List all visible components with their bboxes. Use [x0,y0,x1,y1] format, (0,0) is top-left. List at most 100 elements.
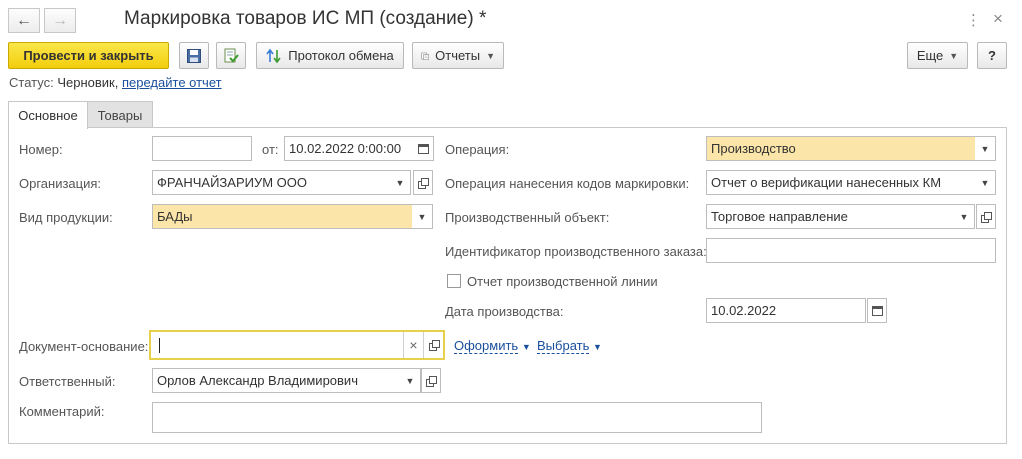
organization-label: Организация: [19,176,102,191]
production-object-label: Производственный объект: [445,210,610,225]
marking-operation-value: Отчет о верификации нанесенных КМ [711,175,942,190]
exchange-log-button[interactable]: Протокол обмена [256,42,404,69]
forward-button[interactable]: → [44,8,76,33]
production-date-value: 10.02.2022 [711,303,777,318]
tab-goods-label: Товары [97,107,143,123]
production-line-report-label: Отчет производственной линии [467,274,658,289]
product-kind-value: БАДы [157,209,193,224]
base-document-value [151,337,403,353]
marking-operation-dropdown[interactable]: ▼ [975,171,995,194]
more-button[interactable]: Еще ▼ [907,42,968,69]
issue-action-link[interactable]: Оформить ▼ [454,338,531,354]
base-document-field[interactable]: × [149,330,445,360]
help-icon: ? [988,48,996,63]
post-button[interactable] [216,42,246,69]
report-icon [421,52,429,60]
date-field[interactable]: 10.02.2022 0:00:00 [284,136,434,161]
date-value: 10.02.2022 0:00:00 [289,141,402,156]
save-button[interactable] [179,42,209,69]
exchange-arrows-icon [266,48,281,63]
responsible-value: Орлов Александр Владимирович [157,373,358,388]
calendar-icon [871,305,883,316]
number-field[interactable] [152,136,252,161]
chevron-down-icon: ▼ [486,50,495,61]
post-and-close-label: Провести и закрыть [23,48,154,63]
tab-goods[interactable]: Товары [87,101,153,128]
status-label: Статус: [9,75,54,90]
calendar-button[interactable] [413,137,433,160]
open-form-icon [426,375,437,387]
chevron-down-icon: ▼ [959,211,969,222]
base-document-open-button[interactable] [423,332,443,358]
save-icon [187,48,201,63]
product-kind-label: Вид продукции: [19,210,113,225]
responsible-dropdown[interactable]: ▼ [400,369,420,392]
product-kind-field[interactable]: БАДы ▼ [152,204,433,229]
chevron-down-icon: ▼ [395,177,405,188]
post-and-close-button[interactable]: Провести и закрыть [8,42,169,69]
reports-button[interactable]: Отчеты ▼ [412,42,504,69]
close-icon[interactable]: × [993,9,1003,29]
production-date-label: Дата производства: [445,304,564,319]
post-document-icon [224,48,239,62]
status-value: Черновик, [57,75,119,90]
comment-field[interactable] [152,402,762,433]
chevron-down-icon: ▼ [949,50,959,61]
open-form-icon [981,211,992,223]
operation-value: Производство [711,141,796,156]
production-order-id-label: Идентификатор производственного заказа: [445,244,707,259]
clear-icon: × [409,337,418,353]
more-actions-icon[interactable]: ⋮ [966,11,981,29]
open-form-icon [418,177,429,189]
responsible-label: Ответственный: [19,374,116,389]
organization-open-button[interactable] [413,170,433,195]
send-report-link[interactable]: передайте отчет [122,75,222,90]
chevron-down-icon: ▼ [980,143,990,154]
base-document-label: Документ-основание: [19,339,149,354]
number-label: Номер: [19,142,63,157]
production-date-calendar-button[interactable] [867,298,887,323]
document-status: Статус: Черновик, передайте отчет [9,75,222,90]
responsible-field[interactable]: Орлов Александр Владимирович ▼ [152,368,421,393]
tab-main[interactable]: Основное [8,101,88,129]
operation-label: Операция: [445,142,510,157]
calendar-icon [417,143,429,154]
product-kind-dropdown[interactable]: ▼ [412,205,432,228]
issue-action-label: Оформить [454,338,519,354]
exchange-log-label: Протокол обмена [288,48,394,63]
text-cursor [159,337,160,353]
operation-dropdown[interactable]: ▼ [975,137,995,160]
production-object-dropdown[interactable]: ▼ [954,205,974,228]
open-form-icon [428,340,440,351]
production-date-field[interactable]: 10.02.2022 [706,298,866,323]
operation-field[interactable]: Производство ▼ [706,136,996,161]
organization-dropdown[interactable]: ▼ [390,171,410,194]
comment-label: Комментарий: [19,404,105,419]
more-label: Еще [916,48,944,63]
production-object-value: Торговое направление [711,209,848,224]
chevron-down-icon: ▼ [405,375,415,386]
production-line-report-checkbox[interactable] [447,274,461,288]
select-action-link[interactable]: Выбрать ▼ [537,338,602,354]
help-button[interactable]: ? [977,42,1007,69]
production-order-id-field[interactable] [706,238,996,263]
marking-operation-label: Операция нанесения кодов маркировки: [445,176,690,191]
organization-value: ФРАНЧАЙЗАРИУМ ООО [157,175,307,190]
responsible-open-button[interactable] [421,368,441,393]
arrow-left-icon: ← [16,11,32,29]
back-button[interactable]: ← [8,8,40,33]
tab-main-label: Основное [18,108,78,123]
date-label: от: [262,142,279,157]
chevron-down-icon: ▼ [980,177,990,188]
production-object-field[interactable]: Торговое направление ▼ [706,204,975,229]
reports-label: Отчеты [435,48,481,63]
select-action-label: Выбрать [537,338,590,354]
window-title: Маркировка товаров ИС МП (создание) * [124,8,487,29]
organization-field[interactable]: ФРАНЧАЙЗАРИУМ ООО ▼ [152,170,411,195]
arrow-right-icon: → [52,11,68,29]
chevron-down-icon: ▼ [521,342,531,352]
clear-base-document-button[interactable]: × [403,332,423,358]
marking-operation-field[interactable]: Отчет о верификации нанесенных КМ ▼ [706,170,996,195]
production-object-open-button[interactable] [976,204,996,229]
chevron-down-icon: ▼ [417,211,427,222]
